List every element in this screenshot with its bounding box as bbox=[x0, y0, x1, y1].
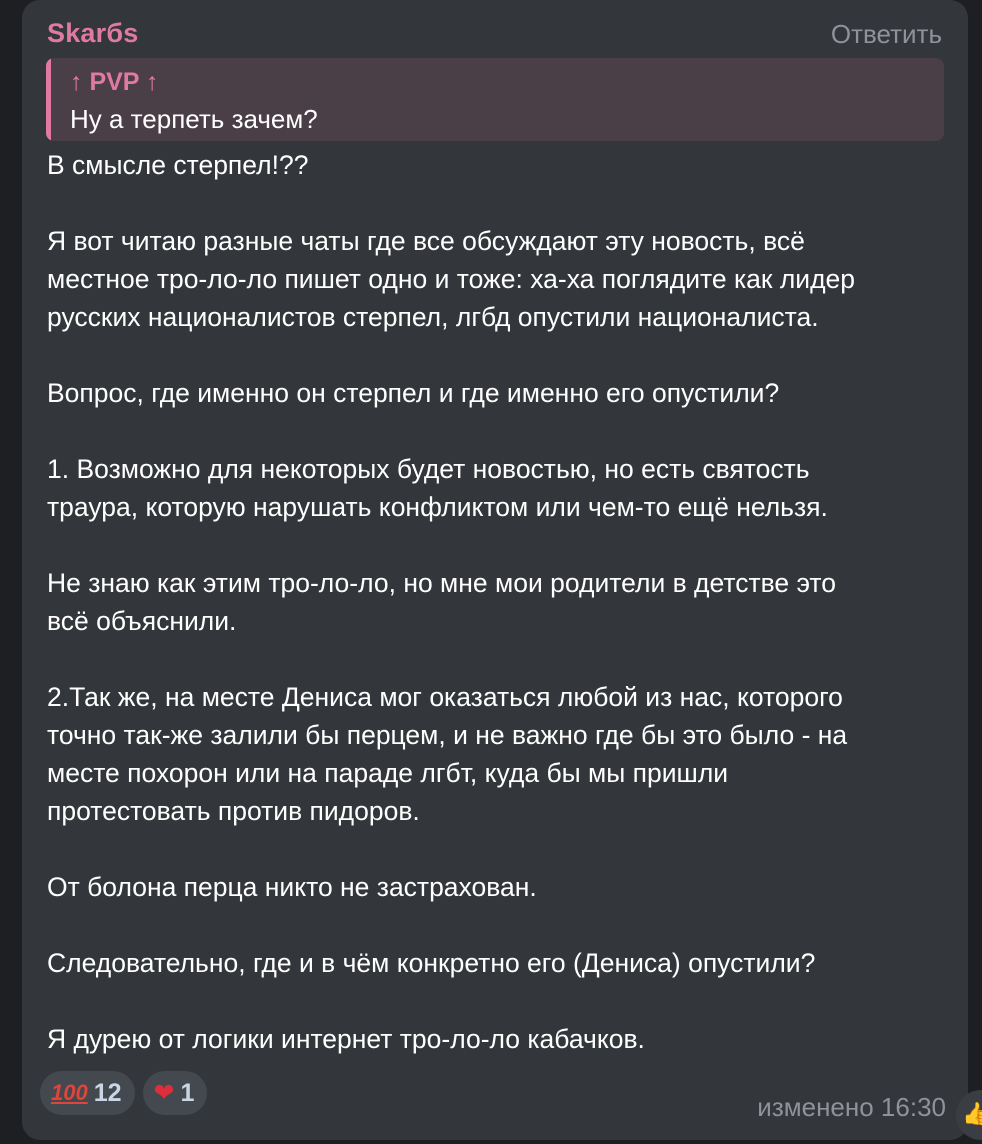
reply-quote[interactable]: ↑ PVP ↑ Ну а терпеть зачем? bbox=[46, 58, 944, 141]
quote-accent-bar bbox=[46, 58, 51, 141]
message-paragraph: Вопрос, где именно он стерпел и где имен… bbox=[47, 378, 780, 408]
message-paragraph: 2.Так же, на месте Дениса мог оказаться … bbox=[47, 682, 848, 826]
reaction-heart[interactable]: ❤ 1 bbox=[142, 1071, 208, 1115]
reaction-count: 1 bbox=[180, 1078, 195, 1107]
message-paragraph: Я дурею от логики интернет тро-ло-ло каб… bbox=[47, 1024, 645, 1054]
reaction-hundred-points[interactable]: 100 12 bbox=[40, 1071, 135, 1115]
message-paragraph: Не знаю как этим тро-ло-ло, но мне мои р… bbox=[47, 568, 836, 636]
heart-icon: ❤ bbox=[153, 1079, 175, 1107]
reactions-bar: 100 12 ❤ 1 bbox=[40, 1071, 208, 1115]
message-edited-time: изменено 16:30 bbox=[757, 1092, 946, 1122]
message-paragraph: 1. Возможно для некоторых будет новостью… bbox=[47, 454, 828, 522]
message-paragraph: В смысле стерпел!?? bbox=[47, 150, 309, 180]
message-paragraph: От болона перца никто не застрахован. bbox=[47, 872, 537, 902]
reply-button[interactable]: Ответить bbox=[831, 19, 942, 50]
quote-author: ↑ PVP ↑ bbox=[70, 68, 159, 96]
message-paragraph: Я вот читаю разные чаты где все обсуждаю… bbox=[47, 226, 856, 332]
reaction-count: 12 bbox=[93, 1078, 122, 1107]
sender-name[interactable]: Skarбs bbox=[47, 18, 138, 49]
hundred-points-icon: 100 bbox=[51, 1080, 88, 1105]
message-paragraph: Следовательно, где и в чём конкретно его… bbox=[47, 948, 816, 978]
message-bubble: Skarбs Ответить ↑ PVP ↑ Ну а терпеть зач… bbox=[22, 0, 968, 1140]
thumbs-up-icon: 👍 bbox=[962, 1101, 982, 1126]
message-text: В смысле стерпел!?? Я вот читаю разные ч… bbox=[47, 146, 947, 1058]
quote-text: Ну а терпеть зачем? bbox=[70, 104, 318, 134]
